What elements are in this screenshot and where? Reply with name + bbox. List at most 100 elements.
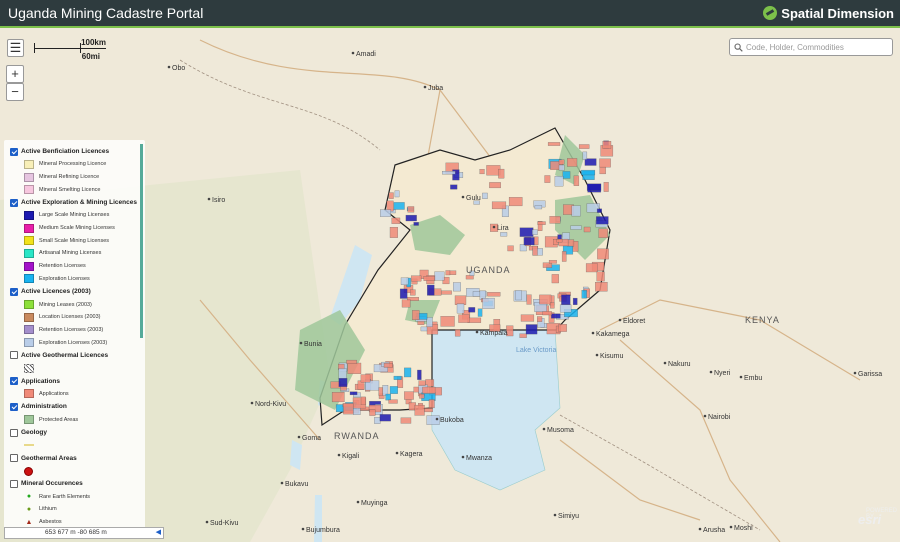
checkbox-checked-icon[interactable] xyxy=(10,402,18,411)
licence-parcel xyxy=(349,391,358,396)
place-label: Kampala xyxy=(480,330,508,337)
legend-item: Small Scale Mining Licenses xyxy=(4,234,145,247)
city-dot xyxy=(591,331,595,335)
city-dot xyxy=(280,481,284,485)
legend-item-label: Protected Areas xyxy=(39,416,79,423)
licence-parcel xyxy=(581,169,596,176)
mineral-symbol-icon: ▲ xyxy=(25,518,33,526)
city-dot xyxy=(395,451,399,455)
legend-item: Medium Scale Mining Licenses xyxy=(4,222,145,235)
city-dot xyxy=(703,414,707,418)
licence-parcel xyxy=(400,277,409,285)
legend-group[interactable]: Active Exploration & Mining Licences xyxy=(4,196,145,209)
legend-group[interactable]: Administration xyxy=(4,400,145,413)
legend-item-label: Exploration Licenses xyxy=(39,275,90,282)
checkbox-checked-icon[interactable] xyxy=(10,198,18,207)
legend-item: Exploration Licenses xyxy=(4,273,145,286)
licence-parcel xyxy=(523,237,535,246)
brand[interactable]: Spatial Dimension xyxy=(763,6,894,21)
collapse-arrow-icon[interactable]: ◀ xyxy=(156,528,161,538)
licence-parcel xyxy=(378,387,383,396)
licence-parcel xyxy=(547,142,561,146)
zoom-out-button[interactable]: − xyxy=(6,83,24,101)
legend-item-label: Mineral Smelting Licence xyxy=(39,186,101,193)
legend-group[interactable]: Active Geothermal Licences xyxy=(4,349,145,362)
licence-parcel xyxy=(598,228,608,238)
zoom-in-button[interactable]: + xyxy=(6,65,24,83)
legend-group[interactable]: Geology xyxy=(4,426,145,439)
legend-group[interactable]: Mineral Occurences xyxy=(4,477,145,490)
menu-button[interactable]: ☰ xyxy=(7,39,24,57)
city-dot xyxy=(709,370,713,374)
place-label: Moshi xyxy=(734,525,753,532)
legend-item: Location Licenses (2003) xyxy=(4,311,145,324)
legend-item: Protected Areas xyxy=(4,413,145,426)
legend-group[interactable]: Geothermal Areas xyxy=(4,452,145,465)
legend-item-label: Small Scale Mining Licenses xyxy=(39,237,110,244)
licence-parcel xyxy=(360,374,371,383)
coordinate-text: 653 677 m -80 685 m xyxy=(45,529,107,536)
place-label: Embu xyxy=(744,375,762,382)
checkbox-unchecked-icon[interactable] xyxy=(10,428,18,437)
legend-swatch xyxy=(24,363,34,373)
search-box[interactable] xyxy=(729,38,893,56)
licence-parcel xyxy=(404,367,412,378)
city-dot xyxy=(461,195,465,199)
legend-item-label: Retention Licenses xyxy=(39,263,86,270)
licence-parcel xyxy=(515,290,522,301)
mineral-symbol-icon: ● xyxy=(26,505,32,513)
place-label: Goma xyxy=(302,435,321,442)
esri-logo[interactable]: esri xyxy=(858,512,881,527)
city-dot xyxy=(297,435,301,439)
legend-scrollbar[interactable] xyxy=(140,144,143,338)
checkbox-checked-icon[interactable] xyxy=(10,147,18,156)
licence-parcel xyxy=(441,290,452,295)
licence-parcel xyxy=(491,201,507,210)
place-label: Eldoret xyxy=(623,318,645,325)
legend-group[interactable]: Active Benficiation Licences xyxy=(4,145,145,158)
licence-parcel xyxy=(573,175,580,186)
licence-parcel xyxy=(434,271,445,281)
legend-item-label: Medium Scale Mining Licenses xyxy=(39,225,115,232)
licence-parcel xyxy=(526,294,532,305)
licence-parcel xyxy=(468,307,476,313)
licence-parcel xyxy=(556,238,563,243)
licence-parcel xyxy=(561,294,571,306)
legend-item: Retention Licenses xyxy=(4,260,145,273)
legend-item-label: Artisanal Mining Licenses xyxy=(39,250,102,257)
place-label: Mwanza xyxy=(466,455,492,462)
search-icon xyxy=(734,42,743,52)
licence-parcel xyxy=(479,169,485,175)
licence-parcel xyxy=(551,274,559,284)
legend-group[interactable]: Applications xyxy=(4,375,145,388)
lake-victoria xyxy=(429,329,561,491)
licence-parcel xyxy=(498,168,505,179)
checkbox-checked-icon[interactable] xyxy=(10,377,18,386)
licence-parcel xyxy=(482,297,495,309)
licence-parcel xyxy=(400,417,412,424)
legend-group[interactable]: Active Licences (2003) xyxy=(4,285,145,298)
licence-parcel xyxy=(389,227,398,238)
licence-parcel xyxy=(586,183,602,191)
licence-parcel xyxy=(572,297,578,305)
checkbox-unchecked-icon[interactable] xyxy=(10,351,18,360)
licence-parcel xyxy=(558,324,567,332)
licence-parcel xyxy=(477,308,483,317)
search-input[interactable] xyxy=(746,42,886,52)
city-dot xyxy=(207,197,211,201)
licence-parcel xyxy=(465,275,474,280)
legend-item: Mining Leases (2003) xyxy=(4,298,145,311)
legend-panel[interactable]: Active Benficiation Licences Mineral Proc… xyxy=(4,140,145,538)
licence-parcel xyxy=(532,245,538,256)
legend-item-label: Lithium xyxy=(39,506,57,513)
legend-item-label: Rare Earth Elements xyxy=(39,493,91,500)
checkbox-unchecked-icon[interactable] xyxy=(10,454,18,463)
checkbox-unchecked-icon[interactable] xyxy=(10,479,18,488)
checkbox-checked-icon[interactable] xyxy=(10,287,18,296)
legend-swatch xyxy=(24,172,34,182)
licence-parcel xyxy=(578,144,590,149)
licence-parcel xyxy=(532,229,538,235)
legend-group-label: Mineral Occurences xyxy=(21,480,83,488)
legend-item-label: Exploration Licenses (2003) xyxy=(39,339,108,346)
city-dot xyxy=(461,455,465,459)
